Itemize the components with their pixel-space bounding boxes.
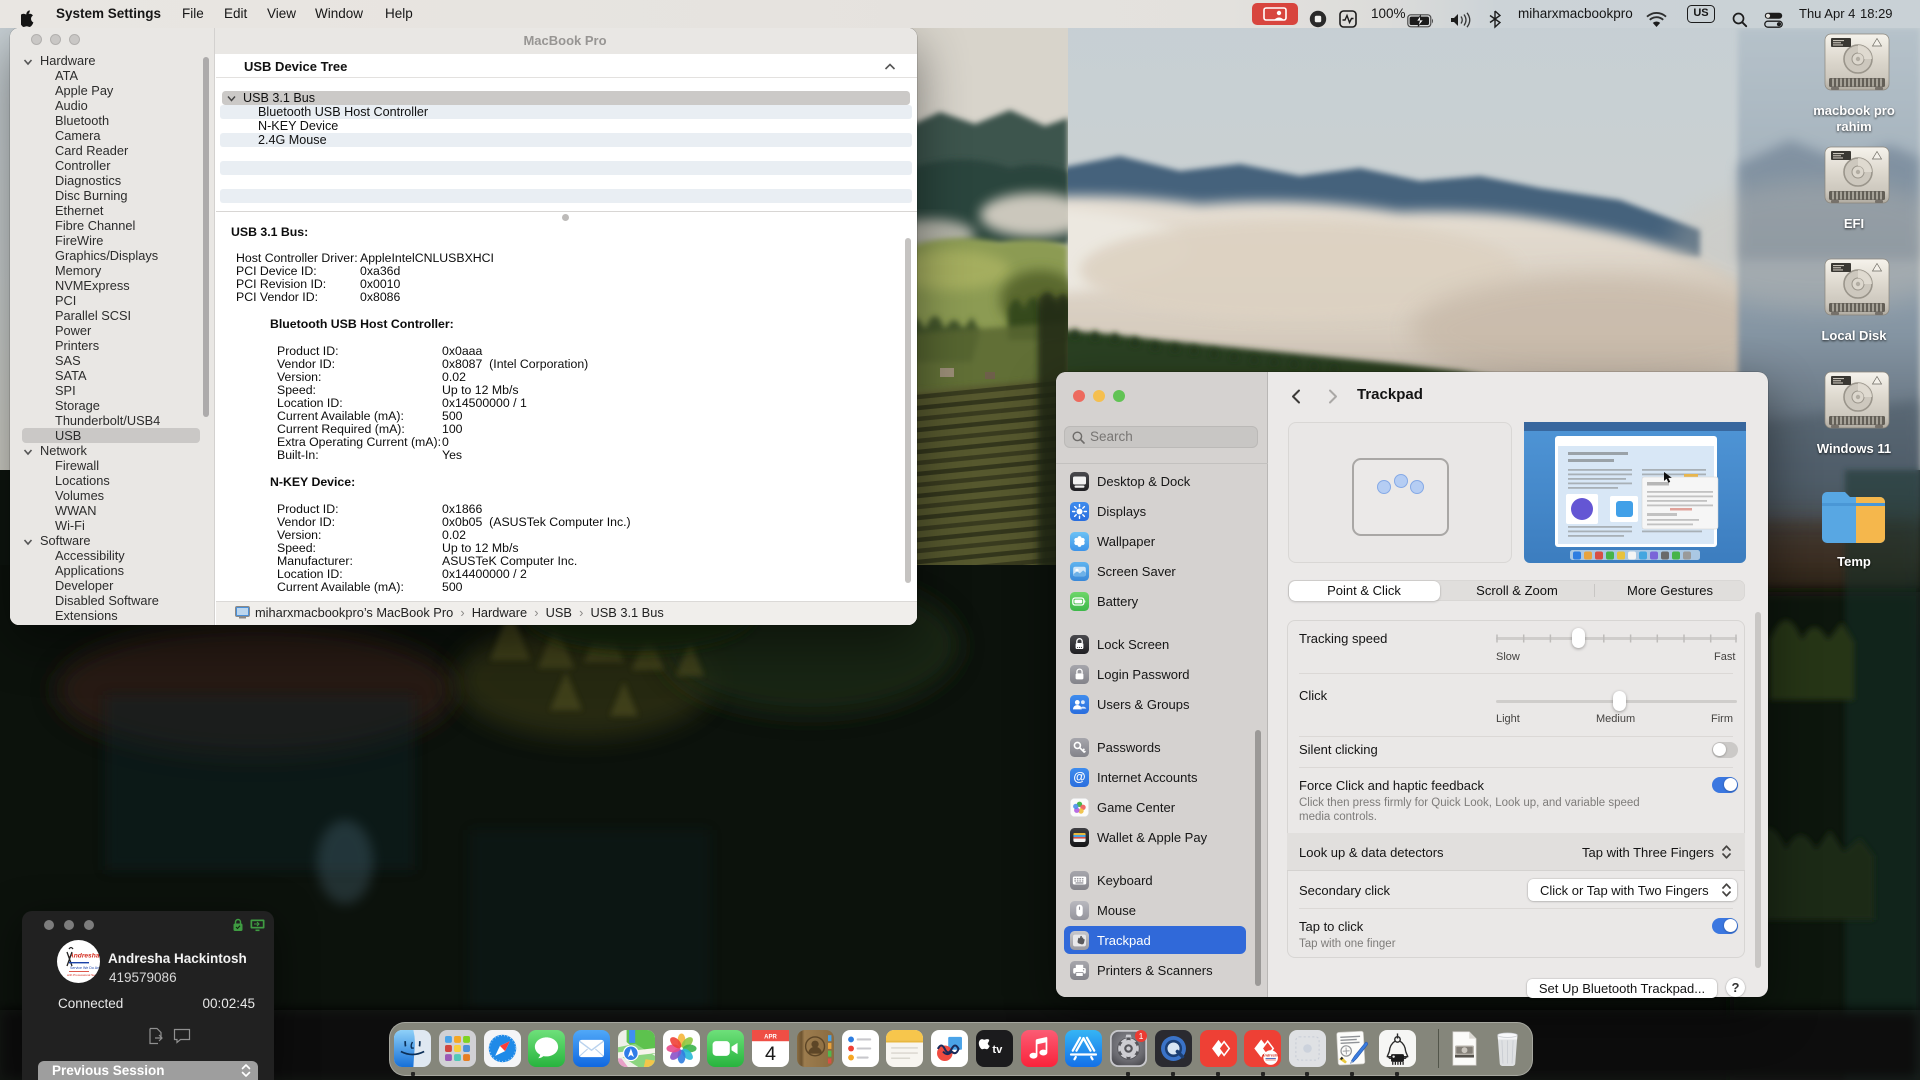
svg-text:Andresha: Andresha: [1261, 1053, 1281, 1058]
svg-text:4: 4: [765, 1043, 776, 1065]
svg-text:Andresha: Andresha: [68, 953, 100, 960]
svg-text:with Processional Service & tr: with Processional Service & trust: [67, 973, 100, 977]
svg-text:Service We Do Anthemgsfe: Service We Do Anthemgsfe: [70, 966, 100, 970]
svg-text:tv: tv: [992, 1044, 1003, 1056]
svg-text:1: 1: [1139, 1031, 1144, 1041]
svg-text:APR: APR: [764, 1035, 777, 1041]
